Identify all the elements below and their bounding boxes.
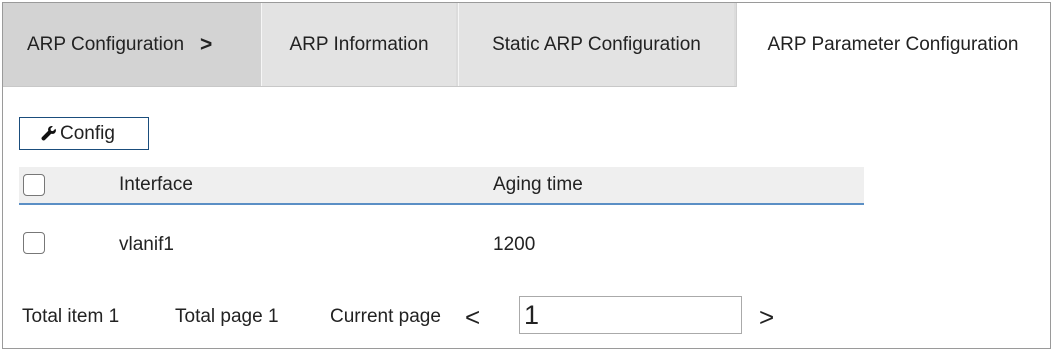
- next-page-button[interactable]: >: [759, 302, 774, 332]
- total-item-label: Total item 1: [22, 306, 120, 327]
- current-page-label: Current page: [330, 306, 441, 327]
- config-button[interactable]: Config: [19, 117, 149, 150]
- pagination: Total item 1 Total page 1 Current page <…: [3, 296, 1049, 340]
- table-header: Interface Aging time: [19, 167, 864, 205]
- cell-aging-time: 1200: [493, 234, 536, 255]
- column-header-interface[interactable]: Interface: [119, 167, 193, 203]
- arp-panel: ARP Configuration > ARP Information Stat…: [2, 2, 1051, 349]
- tab-static-arp-configuration[interactable]: Static ARP Configuration: [458, 3, 734, 86]
- breadcrumb-label: ARP Configuration: [27, 33, 185, 55]
- previous-page-button[interactable]: <: [465, 302, 480, 332]
- table-row[interactable]: vlanif1 1200: [19, 228, 864, 262]
- wrench-icon: [41, 125, 56, 141]
- column-header-aging-time[interactable]: Aging time: [493, 167, 583, 203]
- tab-arp-information[interactable]: ARP Information: [261, 3, 456, 86]
- breadcrumb: ARP Configuration >: [3, 3, 261, 86]
- config-button-label: Config: [60, 122, 115, 144]
- cell-interface: vlanif1: [119, 234, 174, 255]
- select-all-checkbox[interactable]: [23, 174, 45, 196]
- row-checkbox[interactable]: [23, 232, 45, 254]
- tab-arp-parameter-configuration[interactable]: ARP Parameter Configuration: [736, 3, 1049, 87]
- current-page-input[interactable]: [519, 296, 742, 334]
- tab-bar: ARP Configuration > ARP Information Stat…: [3, 3, 1049, 87]
- total-page-label: Total page 1: [175, 306, 279, 327]
- breadcrumb-separator: >: [200, 32, 213, 56]
